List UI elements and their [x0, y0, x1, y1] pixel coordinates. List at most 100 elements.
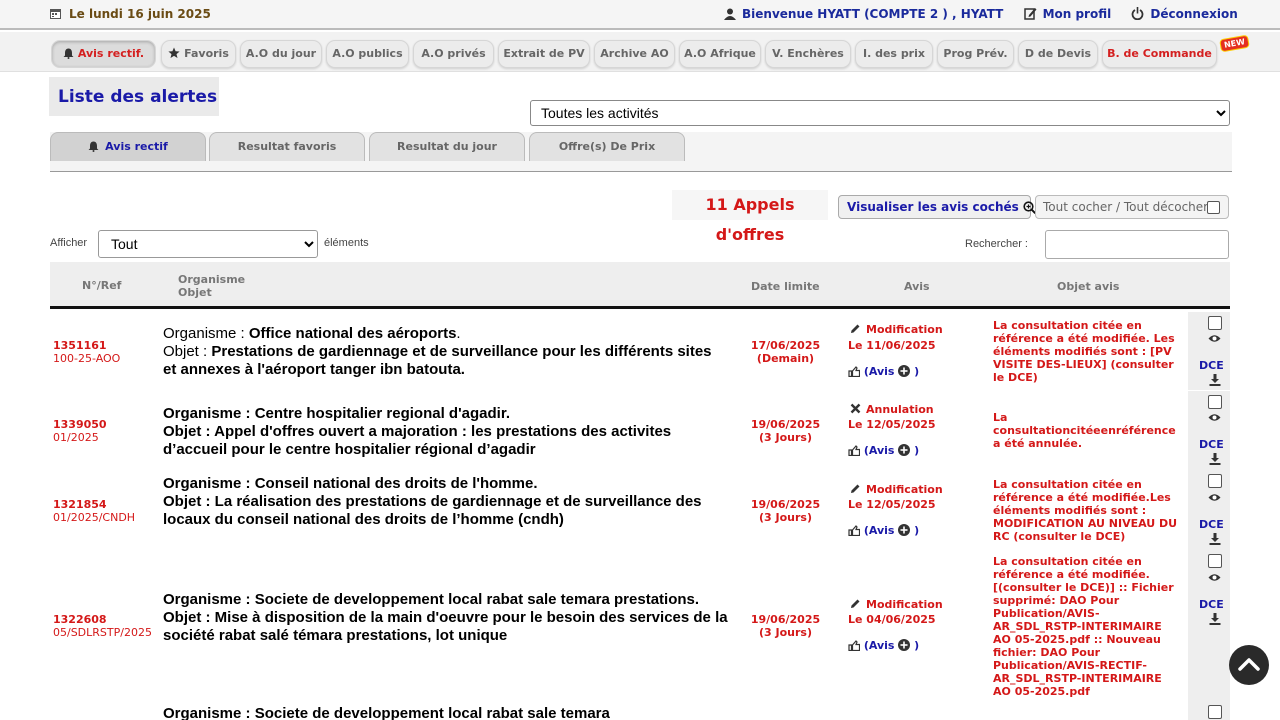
- header-ref[interactable]: N°/Ref: [82, 279, 121, 292]
- avis-date: Le 04/06/2025: [848, 613, 936, 626]
- row-description[interactable]: Organisme : Societe de developpement loc…: [163, 705, 728, 720]
- download-icon[interactable]: [1209, 533, 1221, 545]
- organisme-value: Centre hospitalier regional d'agadir.: [254, 405, 510, 422]
- visualize-label: Visualiser les avis cochés: [847, 200, 1019, 214]
- table-row: 1351161 100-25-AOO Organisme : Office na…: [50, 312, 1230, 390]
- row-checkbox[interactable]: [1208, 474, 1222, 488]
- scroll-top-button[interactable]: [1229, 645, 1269, 685]
- avis-date: Le 12/05/2025: [848, 418, 936, 431]
- welcome-user[interactable]: Bienvenue HYATT (COMPTE 2 ) , HYATT: [724, 7, 1003, 21]
- avis-links[interactable]: (Avis ): [848, 524, 919, 537]
- activity-select[interactable]: Toutes les activités: [530, 100, 1230, 126]
- objet-label: Objet :: [163, 493, 215, 510]
- search-input[interactable]: [1045, 230, 1229, 259]
- power-icon: [1132, 7, 1144, 21]
- objet-label: Objet :: [163, 609, 215, 626]
- row-checkbox[interactable]: [1208, 395, 1222, 409]
- avis-links[interactable]: (Avis ): [848, 444, 919, 457]
- row-checkbox[interactable]: [1208, 554, 1222, 568]
- objet-label: Objet :: [163, 423, 215, 440]
- row-number[interactable]: 1339050: [53, 418, 107, 431]
- avis-links[interactable]: (Avis ): [848, 365, 919, 378]
- row-actions: DCE: [1188, 471, 1230, 550]
- elements-label: éléments: [324, 237, 369, 249]
- download-icon[interactable]: [1209, 453, 1221, 465]
- plus-circle-icon[interactable]: [898, 444, 911, 456]
- header-date[interactable]: Date limite: [751, 280, 820, 293]
- table-row: 1339050 01/2025 Organisme : Centre hospi…: [50, 391, 1230, 471]
- row-description[interactable]: Organisme : Societe de developpement loc…: [163, 591, 728, 645]
- header-organisme[interactable]: Organisme: [178, 273, 245, 286]
- row-actions: DCE: [1188, 550, 1230, 700]
- avis-link[interactable]: Avis: [869, 639, 895, 652]
- row-checkbox[interactable]: [1208, 705, 1222, 719]
- eye-icon[interactable]: [1208, 493, 1221, 502]
- nav-demande-devis[interactable]: D de Devis: [1018, 40, 1098, 68]
- table-row: 1321854 01/2025/CNDH Organisme : Conseil…: [50, 471, 1230, 550]
- tab-avis-rectif[interactable]: Avis rectif: [50, 132, 206, 161]
- row-description[interactable]: Organisme : Centre hospitalier regional …: [163, 405, 728, 459]
- row-number[interactable]: 1351161: [53, 339, 107, 352]
- profile-link[interactable]: Mon profil: [1023, 7, 1111, 21]
- nav-archive-ao[interactable]: Archive AO: [594, 40, 675, 68]
- nav-bon-commande[interactable]: B. de Commande: [1102, 40, 1217, 68]
- nav-favoris[interactable]: Favoris: [161, 40, 236, 68]
- avis-links[interactable]: (Avis ): [848, 639, 919, 652]
- table-row: Organisme : Societe de developpement loc…: [50, 700, 1230, 720]
- download-icon[interactable]: [1209, 613, 1221, 625]
- tab-offres-prix[interactable]: Offre(s) De Prix: [529, 132, 685, 161]
- dce-link[interactable]: DCE: [1199, 359, 1224, 372]
- deadline: 19/06/2025 (3 Jours): [738, 418, 833, 444]
- logout-link[interactable]: Déconnexion: [1131, 7, 1238, 21]
- check-all-toggle[interactable]: Tout cocher / Tout décocher: [1035, 195, 1229, 219]
- eye-icon[interactable]: [1208, 334, 1221, 343]
- plus-circle-icon[interactable]: [898, 639, 911, 651]
- nav-prog-prev[interactable]: Prog Prév.: [937, 40, 1014, 68]
- row-actions: DCE: [1188, 312, 1230, 390]
- welcome-text: Bienvenue HYATT (COMPTE 2 ) , HYATT: [742, 7, 1004, 21]
- objet-avis: La consultation citée en référence a été…: [993, 319, 1175, 384]
- plus-circle-icon[interactable]: [898, 524, 911, 536]
- avis-link[interactable]: Avis: [869, 444, 895, 457]
- tab-resultat-jour[interactable]: Resultat du jour: [369, 132, 525, 161]
- nav-ao-afrique[interactable]: A.O Afrique: [679, 40, 761, 68]
- check-all-checkbox[interactable]: [1207, 201, 1220, 214]
- organisme-value: Office national des aéroports: [248, 325, 457, 342]
- organisme-value: Conseil national des droits de l'homme.: [254, 475, 538, 492]
- eye-icon[interactable]: [1208, 573, 1221, 582]
- hand-point-icon: [848, 640, 861, 652]
- nav-encheres[interactable]: V. Enchères: [765, 40, 851, 68]
- edit-icon: [1023, 8, 1037, 20]
- tab-resultat-favoris[interactable]: Resultat favoris: [209, 132, 365, 161]
- row-reference: 01/2025/CNDH: [53, 511, 136, 524]
- sub-tabs: Avis rectif Resultat favoris Resultat du…: [50, 132, 1232, 172]
- avis-link[interactable]: Avis: [869, 524, 895, 537]
- close-icon: [850, 403, 861, 414]
- row-description[interactable]: Organisme : Office national des aéroport…: [163, 325, 728, 379]
- row-number[interactable]: 1322608: [53, 613, 107, 626]
- eye-icon[interactable]: [1208, 413, 1221, 422]
- row-number[interactable]: 1321854: [53, 498, 107, 511]
- row-description[interactable]: Organisme : Conseil national des droits …: [163, 475, 728, 529]
- nav-ao-publics[interactable]: A.O publics: [326, 40, 409, 68]
- header-avis[interactable]: Avis: [904, 280, 930, 293]
- objet-value: La réalisation des prestations de gardie…: [163, 493, 702, 528]
- dce-link[interactable]: DCE: [1199, 438, 1224, 451]
- hand-point-icon: [848, 366, 861, 378]
- header-objet-avis[interactable]: Objet avis: [1057, 280, 1119, 293]
- dce-link[interactable]: DCE: [1199, 518, 1224, 531]
- plus-circle-icon[interactable]: [898, 365, 911, 377]
- objet-value: Prestations de gardiennage et de surveil…: [163, 343, 712, 378]
- visualize-checked-button[interactable]: Visualiser les avis cochés: [838, 195, 1036, 219]
- header-objet[interactable]: Objet: [178, 286, 212, 299]
- nav-ao-prives[interactable]: A.O privés: [413, 40, 494, 68]
- nav-extrait-pv[interactable]: Extrait de PV: [498, 40, 590, 68]
- nav-avis-rectif[interactable]: Avis rectif.: [51, 40, 156, 68]
- avis-link[interactable]: Avis: [869, 365, 895, 378]
- nav-indice-prix[interactable]: I. des prix: [855, 40, 933, 68]
- entries-select[interactable]: Tout: [98, 230, 318, 258]
- dce-link[interactable]: DCE: [1199, 598, 1224, 611]
- nav-ao-du-jour[interactable]: A.O du jour: [240, 40, 322, 68]
- download-icon[interactable]: [1209, 374, 1221, 386]
- row-checkbox[interactable]: [1208, 316, 1222, 330]
